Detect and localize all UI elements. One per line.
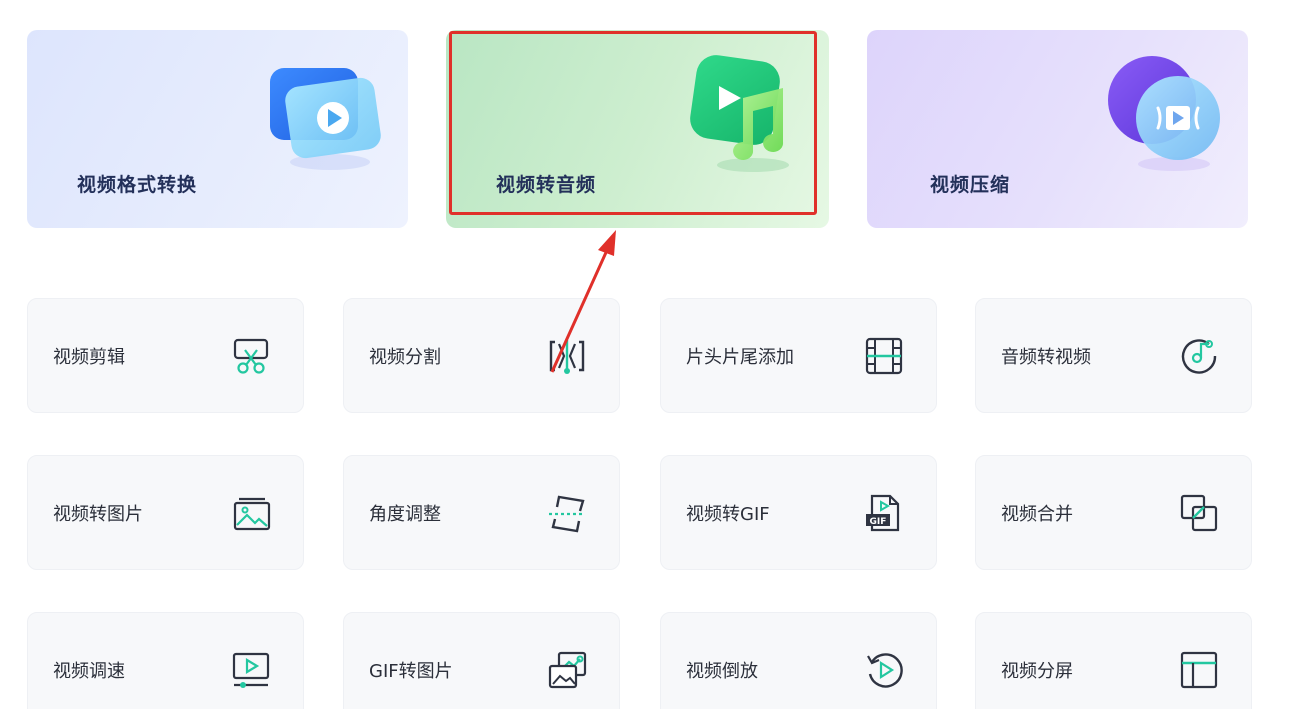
feature-label: 视频压缩 (930, 174, 1011, 196)
feature-card-video-to-audio[interactable]: 视频转音频 (446, 30, 829, 228)
tool-label: 音频转视频 (1001, 346, 1091, 368)
tool-card[interactable]: 角度调整 (343, 455, 620, 570)
tool-card[interactable]: 片头片尾添加 (660, 298, 937, 413)
tool-card[interactable]: 视频剪辑 (27, 298, 304, 413)
tool-label: 视频倒放 (686, 660, 758, 682)
tool-label: 视频分屏 (1001, 660, 1073, 682)
gif-file-icon: GIF (866, 494, 900, 531)
feature-label: 视频转音频 (496, 174, 597, 196)
tool-label: GIF转图片 (369, 660, 453, 682)
video-compress-icon (1108, 56, 1220, 171)
video-format-icon (270, 68, 381, 170)
tool-card[interactable]: 视频转图片 (27, 455, 304, 570)
video-to-audio-icon (690, 55, 789, 172)
tool-card[interactable]: 音频转视频 (975, 298, 1252, 413)
reverse-play-icon (867, 652, 903, 688)
tool-label: 视频分割 (369, 346, 441, 368)
scissors-icon (233, 338, 269, 374)
tool-label: 视频合并 (1001, 503, 1073, 525)
merge-icon (1180, 494, 1218, 531)
feature-card-video-format[interactable]: 视频格式转换 (27, 30, 408, 228)
tool-card[interactable]: 视频分屏 (975, 612, 1252, 709)
image-icon (233, 497, 271, 530)
tool-label: 视频转GIF (686, 503, 770, 525)
split-screen-icon (1180, 651, 1218, 688)
tool-label: 角度调整 (369, 503, 441, 525)
tool-card[interactable]: 视频调速 (27, 612, 304, 709)
film-strip-icon (865, 337, 903, 374)
gif-to-image-icon (548, 651, 587, 688)
tool-card[interactable]: 视频转GIF GIF (660, 455, 937, 570)
feature-card-video-compress[interactable]: 视频压缩 (867, 30, 1248, 228)
tool-card[interactable]: GIF转图片 (343, 612, 620, 709)
tool-label: 片头片尾添加 (686, 346, 794, 368)
tool-card[interactable]: 视频倒放 (660, 612, 937, 709)
feature-label: 视频格式转换 (77, 174, 198, 196)
tools-page: 视频格式转换 视频转音频 视频压缩 视频剪辑 视频分割 片头片尾添加 音频转视频… (0, 0, 1296, 709)
tool-label: 视频剪辑 (53, 346, 125, 368)
svg-text:GIF: GIF (870, 517, 887, 527)
speed-monitor-icon (232, 652, 270, 688)
split-icon (549, 339, 585, 374)
tool-label: 视频转图片 (53, 503, 143, 525)
music-disc-icon (1181, 338, 1217, 374)
rotate-frame-icon (549, 495, 585, 532)
tool-label: 视频调速 (53, 660, 125, 682)
tool-card[interactable]: 视频分割 (343, 298, 620, 413)
tool-card[interactable]: 视频合并 (975, 455, 1252, 570)
